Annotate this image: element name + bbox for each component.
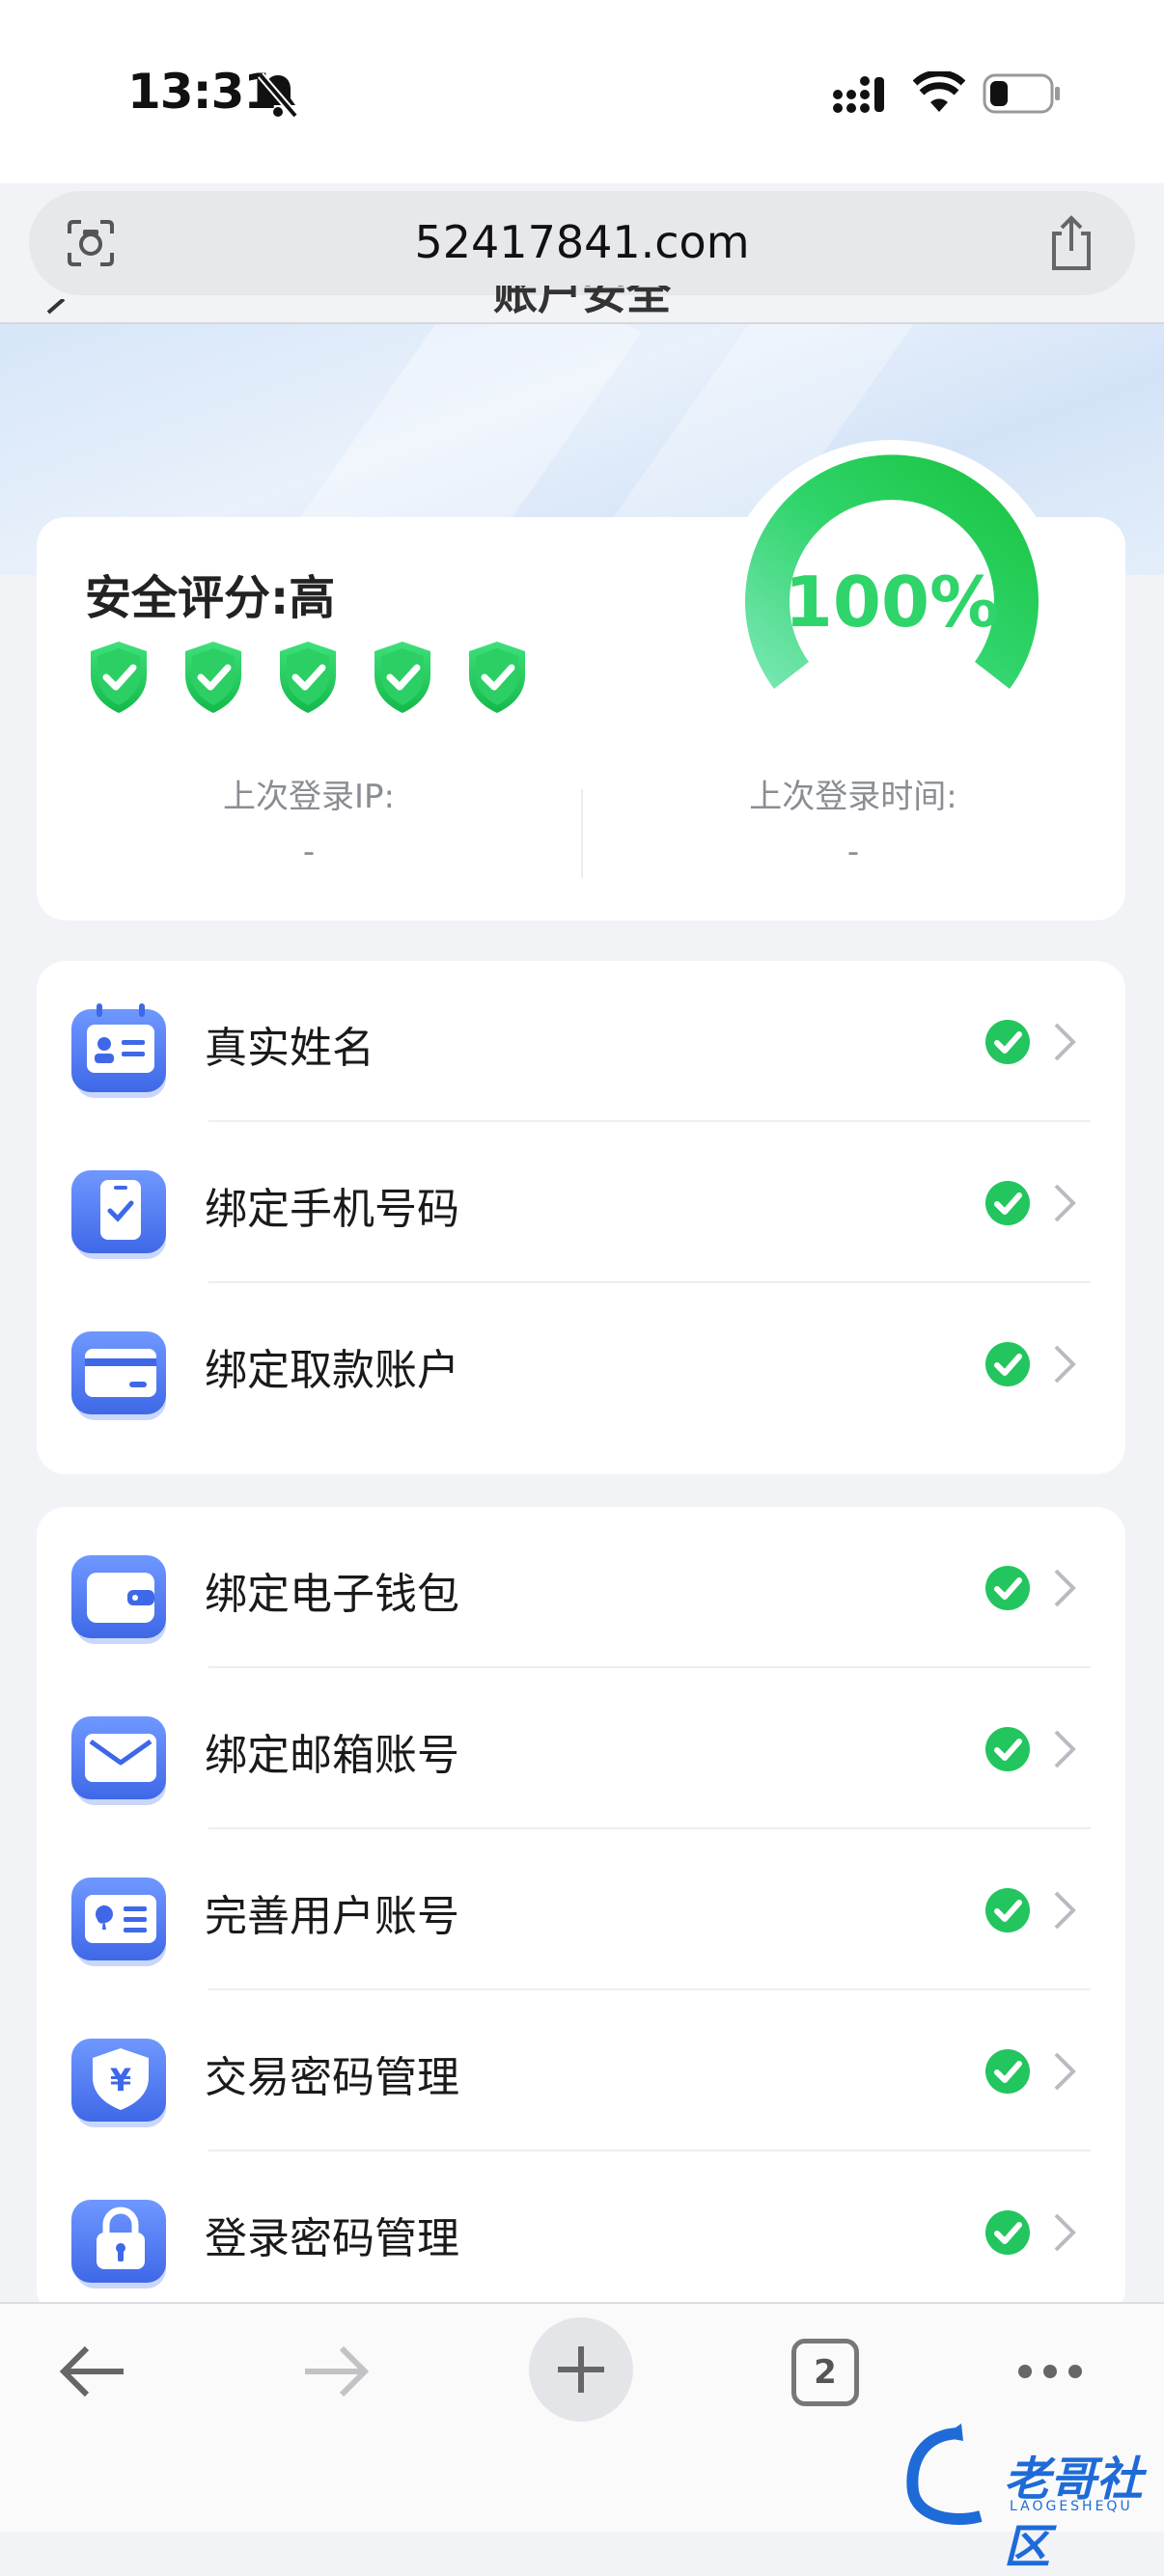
verified-check-icon — [984, 1565, 1031, 1615]
watermark-subtext: LAOGESHEQU — [1010, 2499, 1133, 2514]
last-login-time: 上次登录时间: - — [581, 770, 1125, 871]
security-percent: 100% — [784, 562, 1000, 643]
chevron-right-icon[interactable] — [1050, 1341, 1079, 1391]
verification-group-1: 真实姓名 绑定手机号码 绑定取款账户 — [37, 961, 1125, 1474]
phone-icon — [69, 1165, 172, 1271]
list-item-label: 绑定电子钱包 — [205, 1570, 459, 1619]
chevron-right-icon[interactable] — [1050, 1887, 1079, 1937]
last-login-ip: 上次登录IP: - — [37, 770, 581, 871]
security-shield-icon — [274, 639, 342, 720]
security-score-label: 安全评分:高 — [85, 571, 336, 625]
yuan-shield-icon: ¥ — [69, 2033, 172, 2139]
list-item[interactable]: 绑定电子钱包 — [37, 1507, 1125, 1668]
new-tab-button[interactable] — [529, 2317, 633, 2422]
last-login-time-label: 上次登录时间: — [749, 778, 957, 816]
chevron-right-icon[interactable] — [1050, 2048, 1079, 2098]
list-item[interactable]: 绑定手机号码 — [37, 1122, 1125, 1283]
verification-group-2: 绑定电子钱包 绑定邮箱账号 完善用户账号 ¥ 交易密码管理 登录密码管理 — [37, 1507, 1125, 2317]
security-shield-icon — [85, 639, 152, 720]
mail-icon — [69, 1711, 172, 1817]
list-item-label: 交易密码管理 — [205, 2053, 459, 2102]
wallet-icon — [69, 1549, 172, 1656]
list-item[interactable]: 绑定邮箱账号 — [37, 1668, 1125, 1829]
svg-text:¥: ¥ — [110, 2062, 131, 2098]
list-item-label: 绑定手机号码 — [205, 1185, 459, 1234]
plus-icon — [558, 2346, 604, 2393]
verified-check-icon — [984, 2209, 1031, 2260]
status-bar: 13:31 — [0, 0, 1164, 183]
list-item[interactable]: 完善用户账号 — [37, 1829, 1125, 1990]
verified-check-icon — [984, 1180, 1031, 1230]
list-item-label: 绑定取款账户 — [205, 1346, 459, 1395]
verified-check-icon — [984, 1341, 1031, 1391]
signal-icon — [833, 76, 884, 113]
list-item[interactable]: 登录密码管理 — [37, 2151, 1125, 2313]
verified-check-icon — [984, 1019, 1031, 1069]
list-item-label: 绑定邮箱账号 — [205, 1731, 459, 1780]
chevron-right-icon[interactable] — [1050, 1180, 1079, 1230]
last-login-ip-label: 上次登录IP: — [223, 778, 395, 816]
bell-muted-icon — [257, 72, 299, 119]
list-item[interactable]: 绑定取款账户 — [37, 1283, 1125, 1444]
security-shields — [85, 639, 531, 720]
chevron-right-icon[interactable] — [1050, 2209, 1079, 2260]
lock-icon — [69, 2194, 172, 2300]
list-item-label: 登录密码管理 — [205, 2214, 459, 2263]
list-item-label: 真实姓名 — [205, 1024, 374, 1073]
url-text[interactable]: 52417841.com — [29, 216, 1135, 268]
chevron-right-icon[interactable] — [1050, 1726, 1079, 1776]
wifi-icon — [913, 71, 965, 112]
page-title: 账户安全 — [493, 286, 671, 319]
dragon-logo-icon — [906, 2424, 983, 2525]
chevron-right-icon[interactable] — [1050, 1565, 1079, 1615]
back-icon[interactable] — [41, 299, 69, 328]
list-item[interactable]: 真实姓名 — [37, 961, 1125, 1122]
tab-count-button[interactable]: 2 — [791, 2339, 859, 2406]
id-card-icon — [69, 1003, 172, 1110]
address-bar[interactable]: 52417841.com — [29, 191, 1135, 295]
list-item-label: 完善用户账号 — [205, 1892, 459, 1941]
last-login-ip-value: - — [302, 833, 316, 871]
verified-check-icon — [984, 2048, 1031, 2098]
verified-check-icon — [984, 1726, 1031, 1776]
security-shield-icon — [180, 639, 247, 720]
user-card-icon — [69, 1872, 172, 1978]
share-icon[interactable] — [1046, 214, 1096, 272]
security-score-card: 安全评分:高 100% 上次登录IP: - 上次登录时间: - — [37, 440, 1125, 920]
back-arrow-icon[interactable] — [56, 2343, 127, 2400]
chevron-right-icon[interactable] — [1050, 1019, 1079, 1069]
last-login-time-value: - — [846, 833, 860, 871]
security-shield-icon — [463, 639, 531, 720]
verified-check-icon — [984, 1887, 1031, 1937]
status-time: 13:31 — [127, 64, 277, 120]
forward-arrow-icon[interactable] — [301, 2343, 373, 2400]
security-shield-icon — [369, 639, 436, 720]
more-icon[interactable] — [1015, 2362, 1085, 2381]
list-item[interactable]: ¥ 交易密码管理 — [37, 1990, 1125, 2151]
bank-card-icon — [69, 1326, 172, 1432]
battery-icon — [983, 73, 1060, 114]
